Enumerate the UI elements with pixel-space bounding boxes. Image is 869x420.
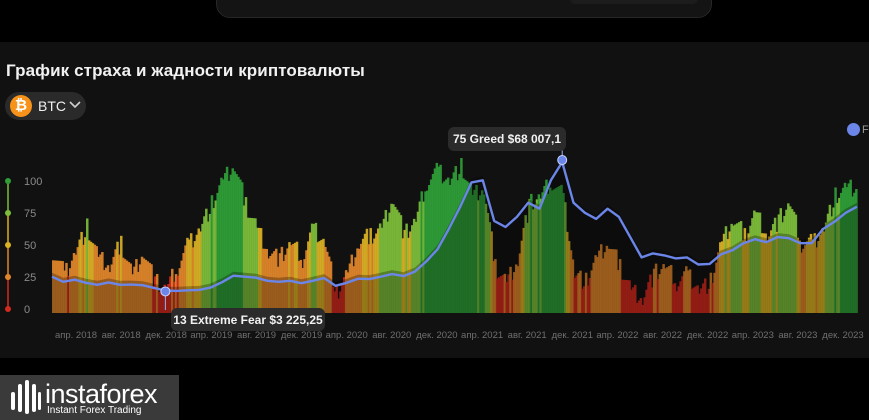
x-axis-label: авг. 2019 — [237, 330, 276, 341]
scale-dot — [5, 306, 11, 312]
scale-dot — [5, 178, 11, 184]
x-axis-label: апр. 2023 — [732, 330, 774, 341]
x-axis-label: дек. 2019 — [281, 330, 322, 341]
tooltip-fear-text: 13 Extreme Fear $3 225,25 — [173, 313, 323, 327]
x-axis-label: дек. 2018 — [145, 330, 186, 341]
x-axis-label: апр. 2018 — [55, 330, 97, 341]
x-axis-label: авг. 2018 — [102, 330, 141, 341]
instaforex-logo-icon — [11, 380, 41, 414]
tooltip-greed-text: 75 Greed $68 007,1 — [453, 132, 561, 146]
scale-dot — [5, 274, 11, 280]
x-axis-label: апр. 2019 — [190, 330, 232, 341]
y-axis-label: 25 — [24, 272, 36, 284]
y-axis-label: 100 — [24, 176, 42, 188]
watermark-tagline: Instant Forex Trading — [47, 405, 142, 416]
annotation-marker-greed — [557, 155, 568, 166]
x-axis-label: дек. 2020 — [416, 330, 457, 341]
y-axis-label: 75 — [24, 208, 36, 220]
y-axis-label: 50 — [24, 240, 36, 252]
y-axis-labels: 100 75 50 25 0 — [24, 176, 42, 316]
scale-dot — [5, 242, 11, 248]
watermark: instaforex Instant Forex Trading — [0, 375, 179, 420]
x-axis-label: авг. 2022 — [643, 330, 682, 341]
x-axis-label: авг. 2023 — [778, 330, 817, 341]
x-axis-label: апр. 2020 — [326, 330, 368, 341]
fear-greed-chart: 1007550250 апр. 2018 авг. 2018 дек. 2018 ап… — [5, 127, 864, 341]
x-axis-label: апр. 2021 — [461, 330, 503, 341]
scale-dot — [5, 210, 11, 216]
x-axis-label: дек. 2021 — [552, 330, 593, 341]
x-axis-labels: апр. 2018 авг. 2018 дек. 2018 апр. 2019 авг.… — [55, 330, 864, 341]
x-axis-label: авг. 2020 — [372, 330, 411, 341]
x-axis-label: авг. 2021 — [508, 330, 547, 341]
color-scale-axis — [5, 178, 11, 312]
x-axis-label: дек. 2022 — [687, 330, 728, 341]
annotation-marker-fear — [160, 286, 171, 297]
y-axis-label: 0 — [24, 304, 30, 316]
x-axis-label: дек. 2023 — [822, 330, 863, 341]
x-axis-label: апр. 2022 — [596, 330, 638, 341]
